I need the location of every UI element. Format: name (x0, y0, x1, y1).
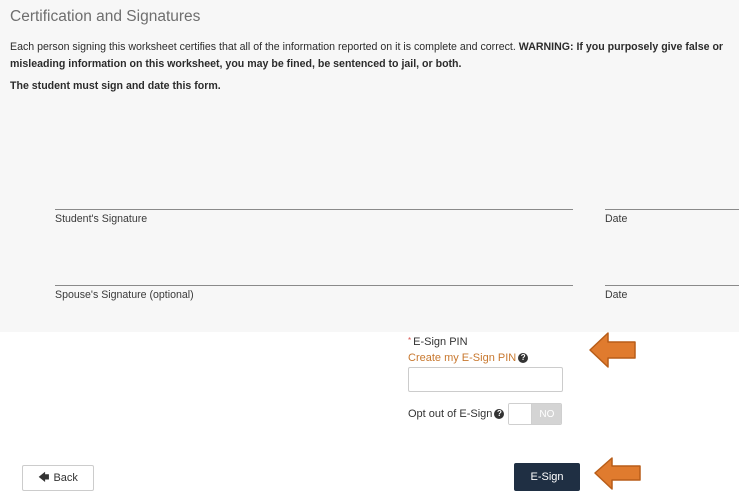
spouse-signature-label: Spouse's Signature (optional) (55, 289, 194, 301)
toggle-state-text: NO (532, 404, 562, 424)
certification-panel: Certification and Signatures Each person… (0, 0, 739, 332)
spouse-date-line (605, 285, 739, 286)
must-sign-notice: The student must sign and date this form… (10, 80, 221, 92)
esign-pin-block: * E-Sign PIN Create my E-Sign PIN? (408, 336, 529, 366)
back-button[interactable]: 🡄 Back (22, 465, 94, 491)
arrow-left-icon: 🡄 (38, 471, 50, 484)
esign-pin-label: * E-Sign PIN (408, 336, 528, 348)
orange-arrow-icon (589, 332, 636, 368)
esign-button[interactable]: E-Sign (514, 463, 580, 491)
section-title: Certification and Signatures (10, 8, 201, 25)
optout-label: Opt out of E-Sign (408, 408, 493, 420)
question-circle-icon[interactable]: ? (494, 409, 505, 419)
toggle-knob (509, 404, 533, 424)
create-pin-link[interactable]: Create my E-Sign PIN? (408, 352, 529, 364)
orange-arrow-icon (594, 457, 641, 490)
esign-pin-label-text: E-Sign PIN (413, 336, 468, 348)
back-button-label: Back (53, 472, 78, 484)
create-pin-link-text: Create my E-Sign PIN (408, 352, 517, 364)
student-date-line (605, 209, 739, 210)
question-circle-icon[interactable]: ? (518, 353, 529, 364)
required-marker: * (408, 336, 412, 345)
certify-statement: Each person signing this worksheet certi… (10, 41, 516, 53)
optout-toggle[interactable]: NO (508, 403, 563, 425)
spouse-signature-line (55, 285, 573, 286)
student-signature-line (55, 209, 573, 210)
optout-row: Opt out of E-Sign? NO (408, 403, 563, 425)
certification-text: Each person signing this worksheet certi… (10, 39, 739, 73)
student-date-label: Date (605, 213, 628, 225)
esign-pin-input[interactable] (408, 367, 563, 392)
student-signature-label: Student's Signature (55, 213, 148, 225)
spouse-date-label: Date (605, 289, 628, 301)
